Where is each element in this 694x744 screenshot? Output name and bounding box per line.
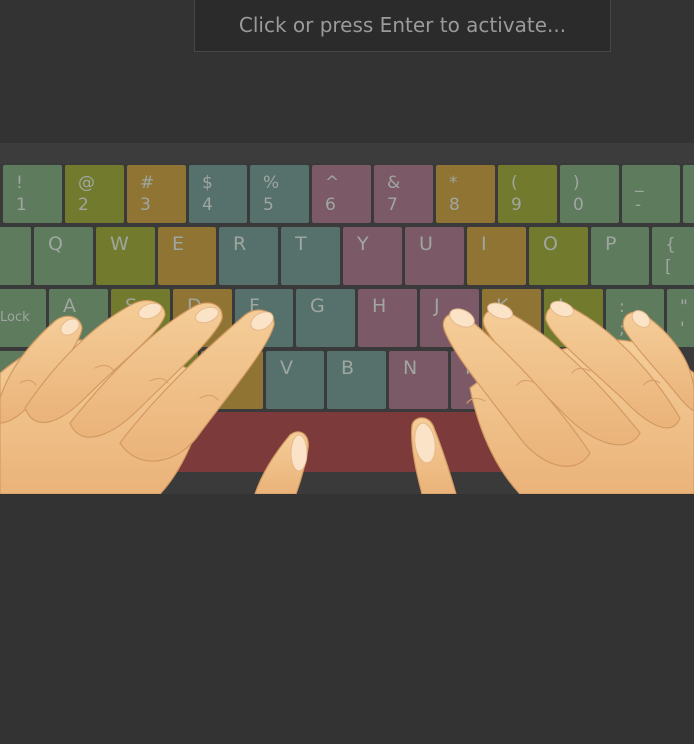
hands-illustration: [0, 300, 694, 494]
activate-prompt-text: Click or press Enter to activate...: [238, 12, 567, 37]
keyboard[interactable]: ! 1 @2 #3 $4 % 5 ^ 6 & 7 * 8 (9 ) 0 _ - Q W E R…: [0, 143, 694, 494]
right-hand: [410, 304, 694, 494]
activate-prompt[interactable]: Click or press Enter to activate...: [194, 0, 611, 52]
